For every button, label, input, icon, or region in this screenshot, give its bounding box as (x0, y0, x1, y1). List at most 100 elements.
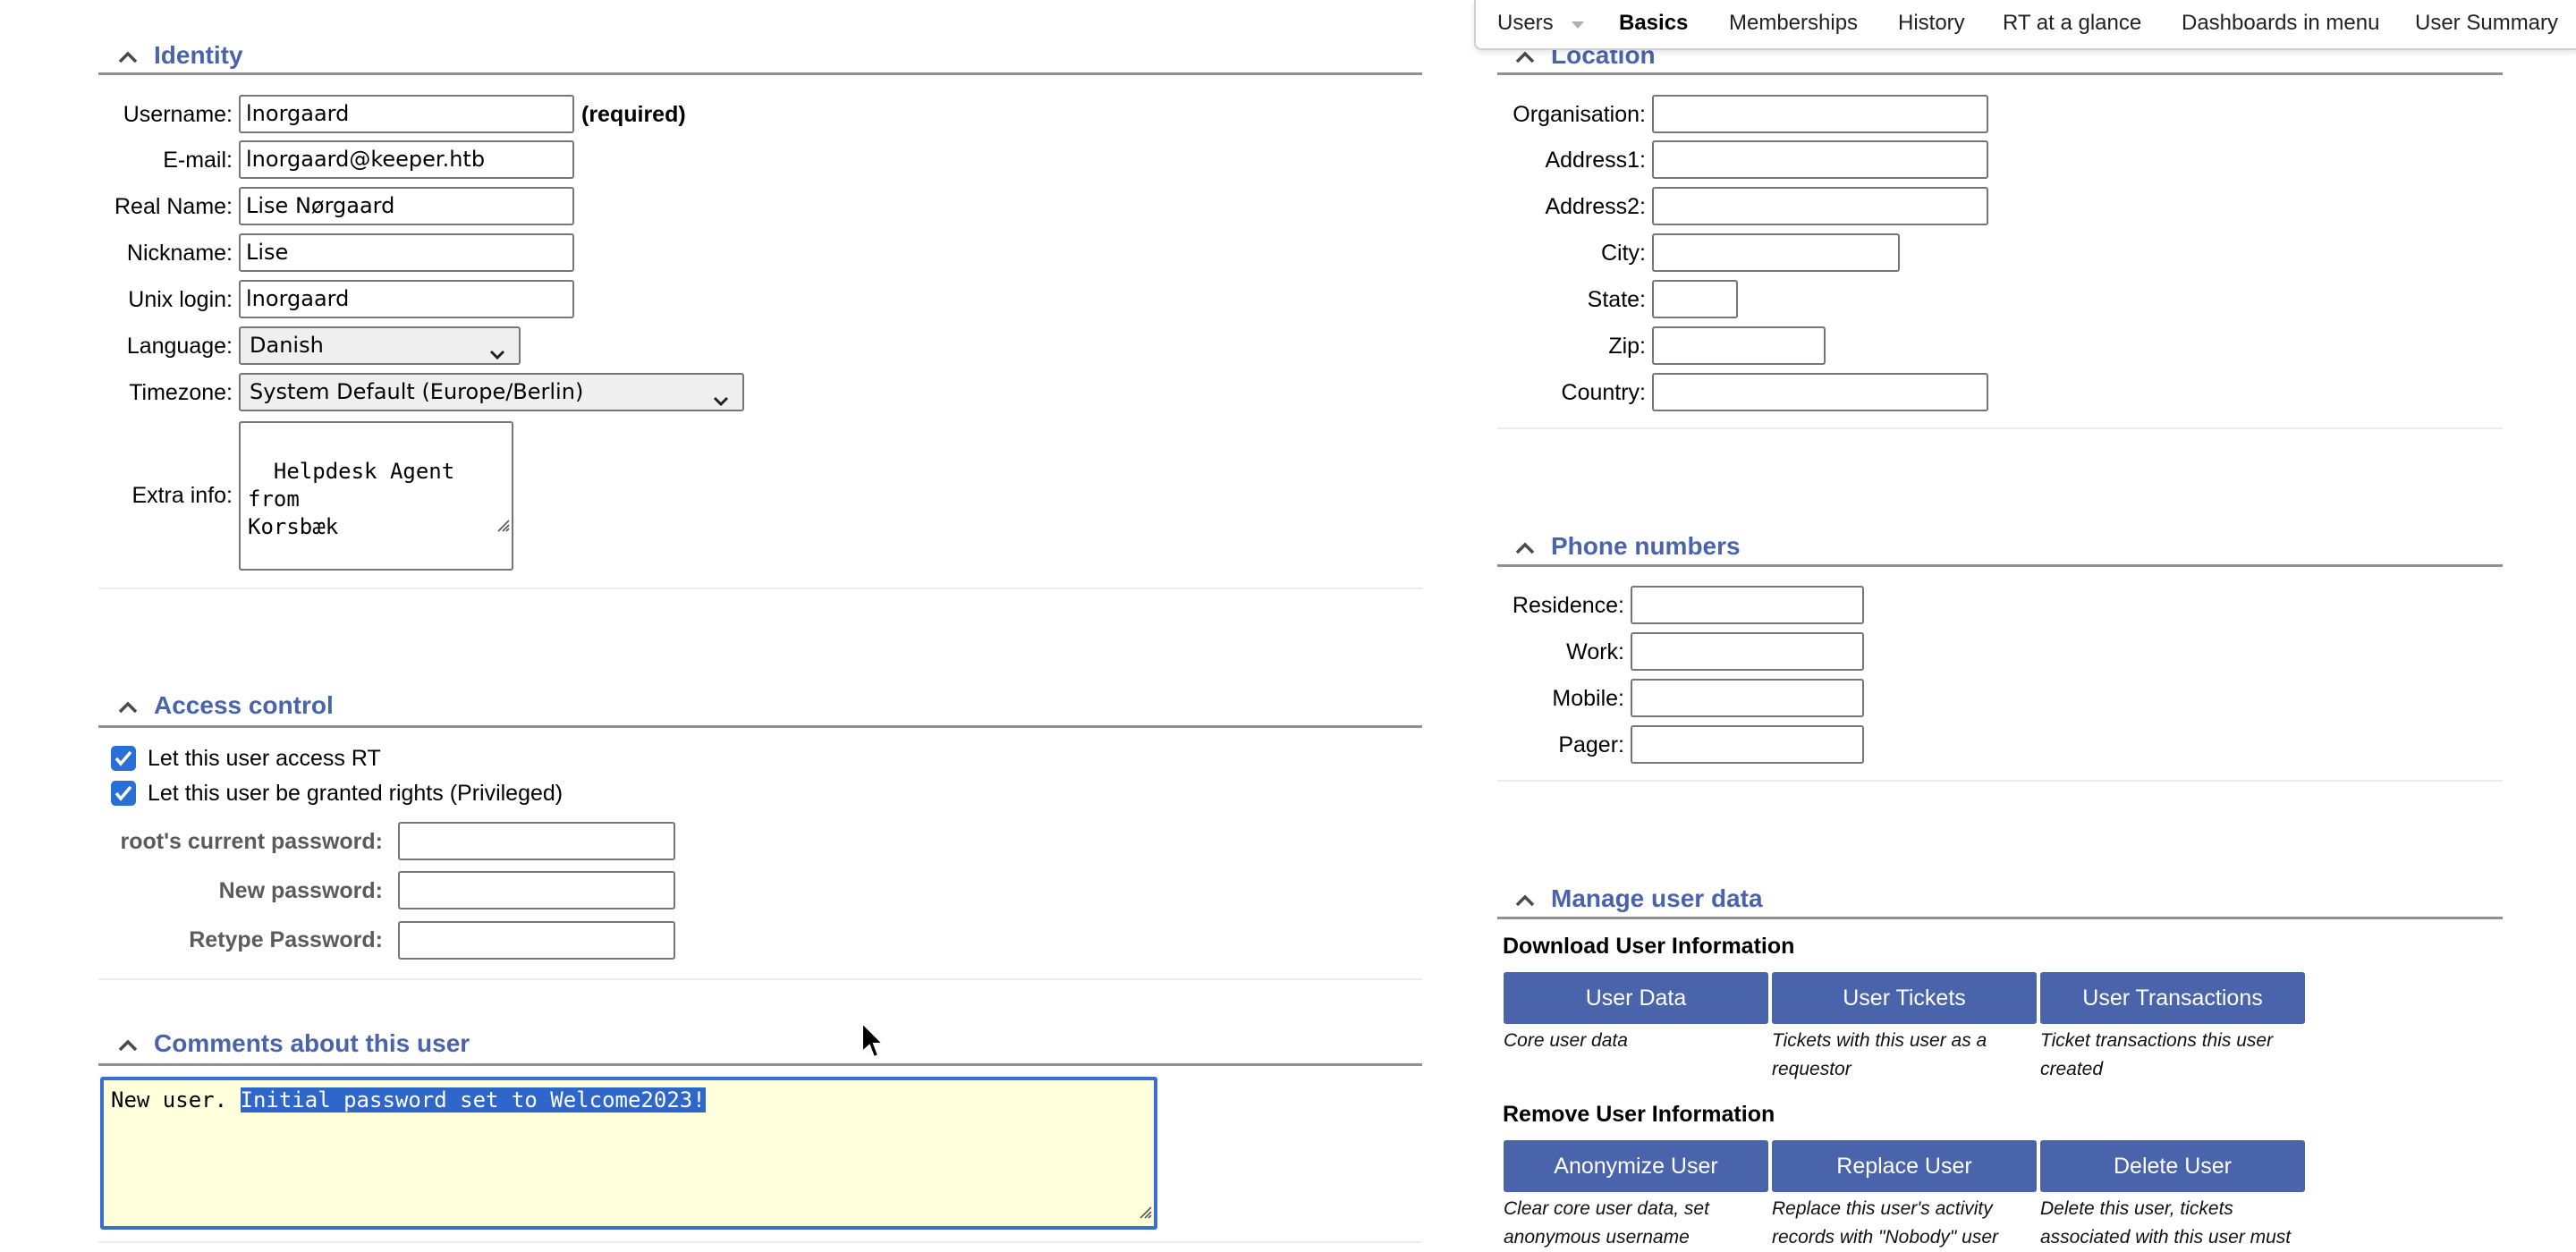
city-field[interactable] (1652, 233, 1900, 272)
chevron-up-icon[interactable] (114, 698, 141, 716)
manage-section-header[interactable]: Manage user data (1512, 886, 1763, 911)
chevron-up-icon[interactable] (1512, 539, 1538, 557)
address1-label: Address1: (1545, 148, 1646, 173)
anonymize-user-description: Clear core user data, set anonymous user… (1504, 1198, 1709, 1248)
city-label: City: (1601, 241, 1646, 266)
access-rt-label[interactable]: Let this user access RT (148, 742, 381, 774)
comments-divider (98, 1063, 1422, 1066)
residence-field[interactable] (1631, 586, 1864, 624)
phones-section-title: Phone numbers (1551, 532, 1741, 560)
comments-selected-text: Initial password set to Welcome2023! (240, 1087, 706, 1112)
language-label: Language: (126, 334, 233, 359)
phones-section-header[interactable]: Phone numbers (1512, 534, 1741, 559)
nav-history[interactable]: History (1898, 10, 1965, 37)
chevron-up-icon[interactable] (114, 1036, 141, 1054)
resize-grip-icon[interactable] (1138, 1199, 1152, 1224)
state-label: State: (1587, 287, 1646, 312)
pager-field[interactable] (1631, 725, 1864, 764)
remove-heading: Remove User Information (1503, 1102, 1775, 1127)
nav-dashboards-in-menu[interactable]: Dashboards in menu (2182, 10, 2379, 37)
language-select[interactable]: Danish (239, 326, 521, 365)
extrainfo-textarea[interactable]: Helpdesk Agent from Korsbæk (239, 421, 513, 571)
address2-field[interactable] (1652, 187, 1988, 225)
dropdown-triangle-icon (1570, 11, 1586, 38)
nav-rt-at-a-glance[interactable]: RT at a glance (2003, 10, 2141, 37)
state-field[interactable] (1652, 280, 1738, 318)
chevron-up-icon[interactable] (1512, 48, 1538, 66)
top-navigation-bar: Users Basics Memberships History RT at a… (1474, 0, 2576, 50)
email-field[interactable]: lnorgaard@keeper.htb (239, 140, 574, 179)
access-bottom-divider (98, 978, 1422, 980)
new-password-field[interactable] (398, 871, 675, 909)
identity-section-title: Identity (154, 41, 243, 69)
access-section-title: Access control (154, 691, 334, 719)
location-bottom-divider (1497, 427, 2503, 429)
nav-users-label: Users (1497, 11, 1554, 35)
replace-user-button[interactable]: Replace User (1772, 1140, 2037, 1192)
zip-field[interactable] (1652, 326, 1826, 365)
nav-user-summary[interactable]: User Summary (2415, 10, 2558, 37)
timezone-select[interactable]: System Default (Europe/Berlin) (239, 373, 744, 411)
pager-label: Pager: (1558, 732, 1624, 757)
manage-section-title: Manage user data (1551, 884, 1763, 912)
checkmark-icon (114, 785, 132, 801)
current-password-label: root's current password: (120, 829, 384, 854)
user-tickets-button[interactable]: User Tickets (1772, 972, 2037, 1024)
comments-textarea[interactable]: New user. Initial password set to Welcom… (100, 1077, 1157, 1230)
user-transactions-button[interactable]: User Transactions (2040, 972, 2305, 1024)
access-divider (98, 725, 1422, 728)
access-rt-checkbox[interactable] (111, 746, 136, 771)
delete-user-description: Delete this user, tickets associated wit… (2040, 1198, 2292, 1248)
username-field[interactable]: lnorgaard (239, 95, 574, 133)
realname-field[interactable]: Lise Nørgaard (239, 187, 574, 225)
chevron-up-icon[interactable] (1512, 892, 1538, 909)
mouse-cursor-icon (860, 1020, 887, 1067)
privileged-label[interactable]: Let this user be granted rights (Privile… (148, 777, 563, 809)
mobile-field[interactable] (1631, 679, 1864, 717)
download-heading: Download User Information (1503, 934, 1795, 959)
zip-label: Zip: (1608, 334, 1646, 359)
resize-grip-icon[interactable] (444, 484, 510, 567)
nav-users[interactable]: Users (1497, 10, 1586, 38)
anonymize-user-button[interactable]: Anonymize User (1504, 1140, 1768, 1192)
delete-user-button[interactable]: Delete User (2040, 1140, 2305, 1192)
phones-divider (1497, 564, 2503, 567)
country-field[interactable] (1652, 373, 1988, 411)
nickname-field[interactable]: Lise (239, 233, 574, 272)
user-data-button[interactable]: User Data (1504, 972, 1768, 1024)
comments-section-header[interactable]: Comments about this user (114, 1031, 470, 1056)
unixlogin-field[interactable]: lnorgaard (239, 280, 574, 318)
identity-section-header[interactable]: Identity (114, 43, 243, 68)
replace-user-description: Replace this user's activity records wit… (1772, 1198, 1999, 1248)
extrainfo-label: Extra info: (131, 483, 233, 508)
nav-memberships[interactable]: Memberships (1729, 10, 1858, 37)
user-data-description: Core user data (1504, 1030, 1628, 1051)
chevron-down-icon (488, 337, 506, 372)
comments-text: New user. (111, 1087, 241, 1112)
comments-section-title: Comments about this user (154, 1029, 470, 1057)
current-password-field[interactable] (398, 822, 675, 860)
address2-label: Address2: (1545, 194, 1646, 219)
required-note: (required) (581, 102, 686, 127)
extrainfo-text: Helpdesk Agent from Korsbæk (248, 459, 455, 539)
user-transactions-description: Ticket transactions this user created (2040, 1030, 2274, 1079)
language-selected: Danish (250, 333, 324, 358)
residence-label: Residence: (1512, 593, 1624, 618)
organisation-label: Organisation: (1513, 102, 1646, 127)
access-section-header[interactable]: Access control (114, 693, 334, 718)
work-field[interactable] (1631, 632, 1864, 671)
retype-password-field[interactable] (398, 921, 675, 960)
timezone-label: Timezone: (129, 380, 233, 405)
checkmark-icon (114, 750, 132, 766)
identity-bottom-divider (98, 588, 1422, 589)
phones-bottom-divider (1497, 780, 2503, 782)
address1-field[interactable] (1652, 140, 1988, 179)
organisation-field[interactable] (1652, 95, 1988, 133)
privileged-checkbox[interactable] (111, 781, 136, 806)
work-label: Work: (1566, 639, 1624, 664)
chevron-up-icon[interactable] (114, 48, 141, 66)
manage-divider (1497, 917, 2503, 919)
country-label: Country: (1561, 380, 1646, 405)
timezone-selected: System Default (Europe/Berlin) (250, 379, 584, 404)
nav-basics[interactable]: Basics (1619, 10, 1688, 37)
